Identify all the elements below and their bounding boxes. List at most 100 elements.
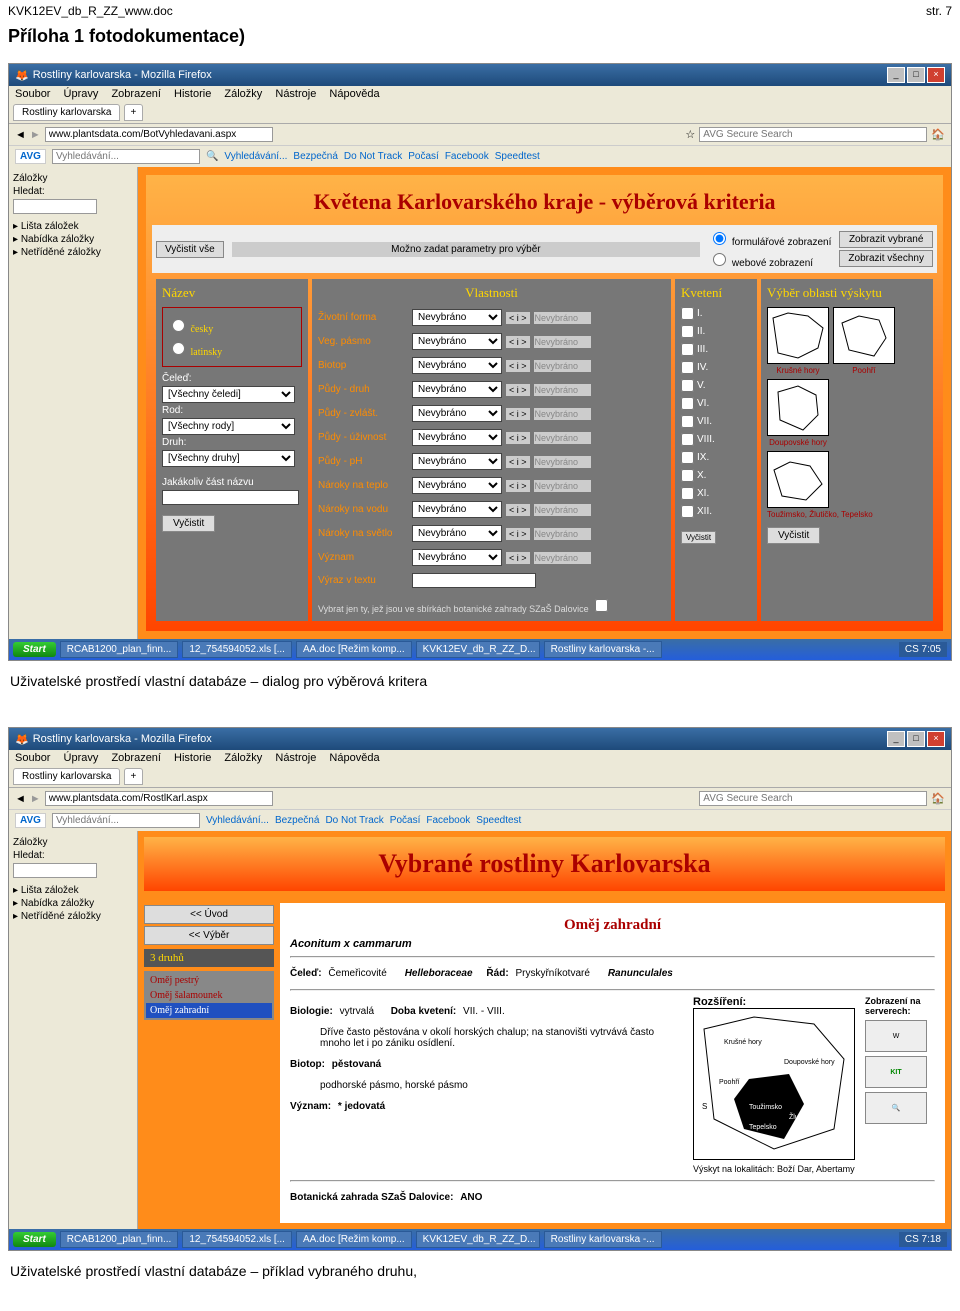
menu-item[interactable]: Historie — [174, 752, 211, 764]
select-rod[interactable]: [Všechny rody] — [162, 418, 295, 435]
fwd-button[interactable]: ► — [30, 793, 41, 805]
op-button[interactable]: < i > — [506, 384, 530, 396]
home-icon[interactable]: 🏠 — [931, 128, 945, 141]
menu-item[interactable]: Nápověda — [329, 752, 379, 764]
month-checkbox[interactable]: VIII. — [681, 433, 751, 446]
server-link-kit[interactable]: KIT — [865, 1056, 927, 1088]
server-link-wiki[interactable]: W — [865, 1020, 927, 1052]
taskbar-item[interactable]: KVK12EV_db_R_ZZ_D... — [416, 641, 540, 658]
nav-back-button[interactable]: << Výběr — [144, 926, 274, 945]
op-button[interactable]: < i > — [506, 504, 530, 516]
month-checkbox[interactable]: XII. — [681, 505, 751, 518]
menu-item[interactable]: Záložky — [224, 88, 262, 100]
map-region-2[interactable] — [833, 307, 895, 364]
map-region-3[interactable] — [767, 379, 829, 436]
clear-col4-button[interactable]: Vyčistit — [767, 527, 820, 544]
month-checkbox[interactable]: V. — [681, 379, 751, 392]
op-button[interactable]: < i > — [506, 456, 530, 468]
op-button[interactable]: < i > — [506, 552, 530, 564]
tb-item[interactable]: Facebook — [445, 151, 489, 162]
op-button[interactable]: < i > — [506, 360, 530, 372]
avg-search[interactable] — [52, 149, 200, 164]
month-checkbox[interactable]: VI. — [681, 397, 751, 410]
start-button[interactable]: Start — [13, 642, 56, 657]
select-celed[interactable]: [Všechny čeledi] — [162, 386, 295, 403]
url-input[interactable] — [45, 791, 273, 806]
star-icon[interactable]: ☆ — [685, 128, 695, 141]
input-any-name[interactable] — [162, 490, 299, 505]
menu-item[interactable]: Záložky — [224, 752, 262, 764]
month-checkbox[interactable]: III. — [681, 343, 751, 356]
fwd-button[interactable]: ► — [30, 129, 41, 141]
url-input[interactable] — [45, 127, 273, 142]
month-checkbox[interactable]: XI. — [681, 487, 751, 500]
tb-item[interactable]: Facebook — [426, 815, 470, 826]
list-item-selected[interactable]: Oměj zahradní — [146, 1003, 272, 1018]
prop-select-1[interactable]: Nevybráno — [412, 549, 502, 566]
tree-item[interactable]: ▸ Nabídka záložky — [13, 897, 133, 910]
search-input[interactable] — [699, 791, 927, 806]
select-druh[interactable]: [Všechny druhy] — [162, 450, 295, 467]
taskbar-item[interactable]: Rostliny karlovarska -... — [544, 641, 662, 658]
sidebar-search[interactable] — [13, 863, 97, 878]
radio-latin[interactable]: latinsky — [167, 339, 297, 358]
menu-item[interactable]: Soubor — [15, 752, 50, 764]
op-button[interactable]: < i > — [506, 432, 530, 444]
tb-item[interactable]: Počasí — [390, 815, 421, 826]
maximize-button[interactable]: □ — [907, 731, 925, 747]
tree-item[interactable]: ▸ Netříděné záložky — [13, 910, 133, 923]
server-link-google[interactable]: 🔍 — [865, 1092, 927, 1124]
show-selected-button[interactable]: Zobrazit vybrané — [839, 231, 933, 248]
taskbar-item[interactable]: RCAB1200_plan_finn... — [60, 641, 179, 658]
prop-select-1[interactable]: Nevybráno — [412, 477, 502, 494]
list-item[interactable]: Oměj šalamounek — [146, 988, 272, 1003]
op-button[interactable]: < i > — [506, 480, 530, 492]
prop-select-1[interactable]: Nevybráno — [412, 405, 502, 422]
menu-item[interactable]: Historie — [174, 88, 211, 100]
radio-web-view[interactable]: webové zobrazení — [708, 250, 831, 269]
prop-select-1[interactable]: Nevybráno — [412, 501, 502, 518]
taskbar-item[interactable]: KVK12EV_db_R_ZZ_D... — [416, 1231, 540, 1248]
taskbar-item[interactable]: AA.doc [Režim komp... — [296, 641, 412, 658]
search-input[interactable] — [699, 127, 927, 142]
new-tab[interactable]: + — [124, 104, 144, 121]
tb-item[interactable]: Speedtest — [476, 815, 521, 826]
tb-item[interactable]: Počasí — [408, 151, 439, 162]
clear-col1-button[interactable]: Vyčistit — [162, 515, 215, 532]
home-icon[interactable]: 🏠 — [931, 792, 945, 805]
op-button[interactable]: < i > — [506, 336, 530, 348]
prop-select-1[interactable]: Nevybráno — [412, 525, 502, 542]
browser-tab[interactable]: Rostliny karlovarska — [13, 104, 120, 121]
input-vyraz[interactable] — [412, 573, 536, 588]
taskbar-item[interactable]: RCAB1200_plan_finn... — [60, 1231, 179, 1248]
radio-czech[interactable]: česky — [167, 316, 297, 335]
tb-item[interactable]: Do Not Track — [344, 151, 402, 162]
month-checkbox[interactable]: II. — [681, 325, 751, 338]
prop-select-1[interactable]: Nevybráno — [412, 381, 502, 398]
prop-select-1[interactable]: Nevybráno — [412, 333, 502, 350]
search-icon[interactable]: 🔍 — [206, 151, 218, 162]
list-item[interactable]: Oměj pestrý — [146, 973, 272, 988]
menu-item[interactable]: Úpravy — [64, 88, 99, 100]
menu-item[interactable]: Nástroje — [275, 752, 316, 764]
tb-item[interactable]: Bezpečná — [275, 815, 319, 826]
chk-sbirky[interactable] — [595, 599, 608, 612]
taskbar-item[interactable]: 12_754594052.xls [... — [182, 641, 292, 658]
taskbar-item[interactable]: Rostliny karlovarska -... — [544, 1231, 662, 1248]
month-checkbox[interactable]: IX. — [681, 451, 751, 464]
menu-item[interactable]: Nápověda — [329, 88, 379, 100]
avg-search[interactable] — [52, 813, 200, 828]
month-checkbox[interactable]: VII. — [681, 415, 751, 428]
start-button[interactable]: Start — [13, 1232, 56, 1247]
map-region-4[interactable] — [767, 451, 829, 508]
tb-item[interactable]: Vyhledávání... — [224, 151, 287, 162]
month-checkbox[interactable]: X. — [681, 469, 751, 482]
tb-item[interactable]: Vyhledávání... — [206, 815, 269, 826]
menu-item[interactable]: Soubor — [15, 88, 50, 100]
tray[interactable]: CS 7:18 — [899, 1232, 947, 1247]
month-checkbox[interactable]: IV. — [681, 361, 751, 374]
prop-select-1[interactable]: Nevybráno — [412, 453, 502, 470]
clear-col3-button[interactable]: Vyčistit — [681, 531, 716, 544]
nav-home-button[interactable]: << Úvod — [144, 905, 274, 924]
tree-item[interactable]: ▸ Nabídka záložky — [13, 233, 133, 246]
